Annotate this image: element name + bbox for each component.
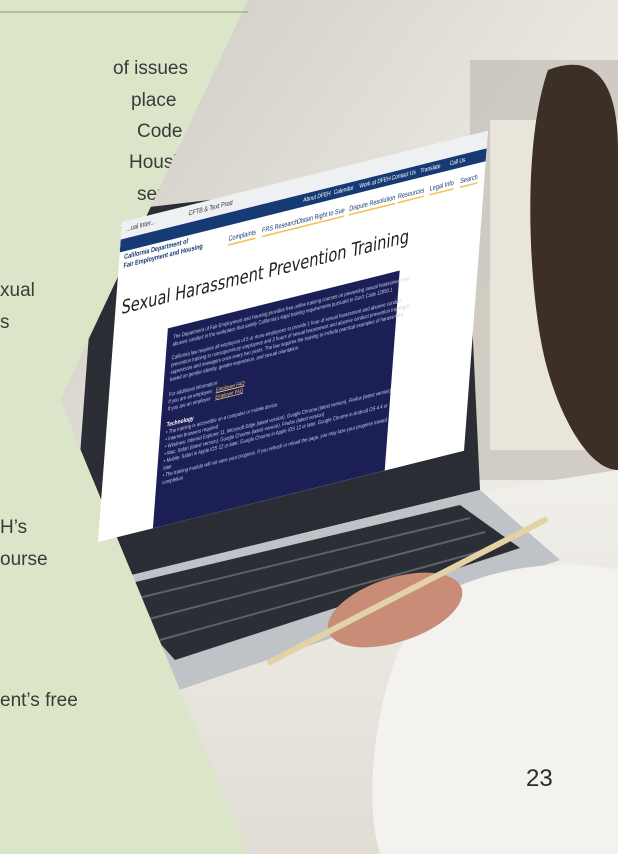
top-link[interactable]: Translate: [420, 162, 441, 174]
nav-item[interactable]: Dispute Resolution: [348, 193, 396, 216]
panel-text-line: of issues: [113, 58, 188, 79]
panel-text-line: H’s: [0, 517, 28, 538]
top-link[interactable]: Contact Us: [391, 168, 416, 181]
slide: ...ual Inter... CFTB & Text Prod About D…: [0, 0, 618, 854]
content-line: supervisors and managers once every two …: [170, 312, 404, 376]
nav-item[interactable]: Resources: [397, 185, 425, 204]
panel-text-line: s: [0, 312, 10, 333]
nav-item[interactable]: Complaints: [227, 227, 257, 246]
nav-item[interactable]: FRS Research: [261, 217, 299, 238]
top-link[interactable]: Calendar: [333, 184, 353, 196]
nav-item[interactable]: Search: [459, 172, 479, 189]
nav-item[interactable]: Obtain Right to Sue: [296, 205, 346, 229]
page-number: 23: [526, 765, 553, 792]
nav-item[interactable]: Legal Info: [429, 178, 455, 196]
panel-text-line: ent’s free: [0, 690, 78, 711]
panel-text-line: Code: [137, 121, 183, 142]
panel-text-line: place: [131, 90, 177, 111]
top-link[interactable]: Call Us: [449, 156, 465, 167]
panel-text-line: xual: [0, 280, 35, 301]
panel-text-line: ourse: [0, 549, 48, 570]
